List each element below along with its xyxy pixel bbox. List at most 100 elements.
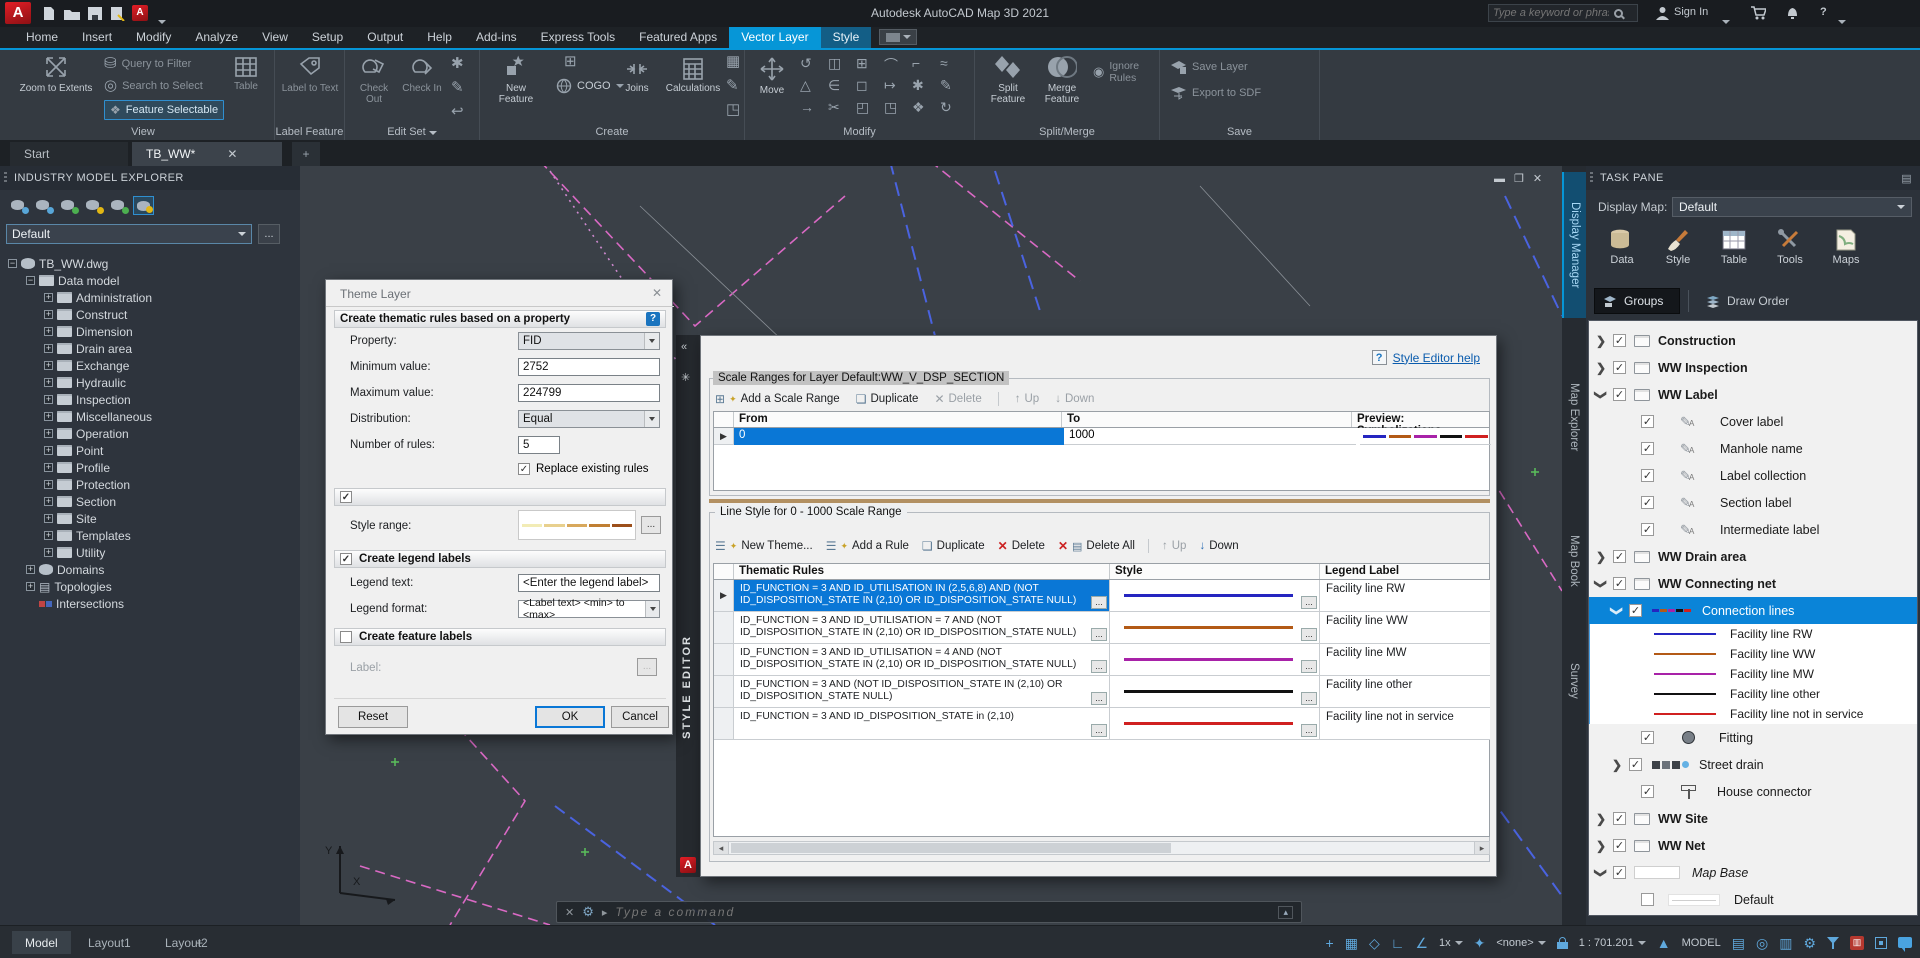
style-browse-button[interactable]: ... [1301,628,1317,641]
close-icon[interactable]: ✕ [1533,173,1551,185]
panel-label-create[interactable]: Create [480,126,744,138]
modify-tool-icon[interactable]: ✂ [828,99,840,116]
style-range-browse-button[interactable]: ... [641,516,661,534]
ribbon-tab-analyze[interactable]: Analyze [183,27,250,48]
layer-checkbox[interactable]: ✓ [1629,604,1642,617]
tree-item-operation[interactable]: +Operation [44,425,129,442]
rule-style-cell[interactable]: ... [1110,612,1320,644]
layer-checkbox[interactable]: ✓ [1641,785,1654,798]
panel-label-split-merge[interactable]: Split/Merge [975,126,1159,138]
style-browse-button[interactable]: ... [1301,724,1317,737]
layer-checkbox[interactable]: ✓ [1613,334,1626,347]
grid-display-icon[interactable]: ▦ [1345,936,1358,950]
column-thematic-rules[interactable]: Thematic Rules [734,564,1110,579]
maximum-value-field[interactable]: 224799 [518,384,660,402]
side-tab-map-book[interactable]: Map Book [1562,516,1586,606]
rule-down-button[interactable]: ↓Down [1199,540,1238,552]
horizontal-scrollbar[interactable]: ◂ ▸ [713,841,1490,855]
layer-house-connector[interactable]: ✓House connector [1589,778,1918,805]
command-input[interactable] [615,905,1175,919]
modify-tool-icon[interactable]: → [800,99,814,115]
style-range-checkbox[interactable]: ✓ [340,491,352,503]
layer-street-drain[interactable]: ❯✓Street drain [1589,751,1918,778]
model-space-toggle[interactable]: MODEL [1682,937,1721,949]
ribbon-tab-add-ins[interactable]: Add-ins [464,27,529,48]
modify-tool-icon[interactable]: ◳ [884,99,897,116]
expand-icon[interactable]: + [26,582,35,591]
ribbon-tab-home[interactable]: Home [14,27,70,48]
model-dropdown[interactable]: Default [6,224,252,244]
group-construction[interactable]: ❯✓Construction [1589,327,1918,354]
rule-up-button[interactable]: ↑Up [1162,540,1186,552]
merge-feature-button[interactable]: Merge Feature [1037,54,1087,105]
ribbon-tab-output[interactable]: Output [355,27,415,48]
layout-tab-layout1[interactable]: Layout1 [75,931,144,954]
ribbon-tab-style[interactable]: Style [821,27,872,48]
expand-chevron-icon[interactable]: ❯ [1595,334,1607,348]
msd-app-icon[interactable]: A [132,5,148,21]
scroll-left-icon[interactable]: ◂ [714,842,729,854]
group-ww-label[interactable]: ❯✓WW Label [1589,381,1918,408]
rule-legend-cell[interactable]: Facility line RW [1320,580,1490,612]
isodraft-icon[interactable]: ✦ [1474,936,1486,950]
tree-item-topologies[interactable]: +▤Topologies [26,578,112,595]
task-pane-button-table[interactable]: Table [1708,226,1760,280]
ribbon-tab-help[interactable]: Help [415,27,464,48]
ok-button[interactable]: OK [535,706,605,728]
task-pane-properties-icon[interactable]: ▤ [1901,172,1912,185]
task-pane-button-tools[interactable]: Tools [1764,226,1816,280]
rule-style-cell[interactable]: ... [1110,708,1320,740]
command-line-dock[interactable]: ✕ ⚙ ▸ ▴ [556,901,1302,923]
user-icon[interactable] [1656,6,1669,20]
cancel-button[interactable]: Cancel [611,706,669,728]
expand-chevron-icon[interactable]: ❯ [1595,812,1607,826]
rule-browse-button[interactable]: ... [1091,628,1107,641]
help-search-field[interactable] [1488,4,1638,22]
sign-in-button[interactable]: Sign In [1674,6,1708,18]
style-editor-help[interactable]: ? Style Editor help [1372,350,1480,365]
help-icon[interactable]: ? [1820,6,1827,18]
collapse-chevron-icon[interactable]: ❯ [1594,867,1608,879]
split-feature-button[interactable]: Split Feature [983,54,1033,105]
draw-order-button[interactable]: Draw Order [1698,288,1797,314]
group-ww-site[interactable]: ❯✓WW Site [1589,805,1918,832]
layer-intermediate-label[interactable]: ✓✎ AIntermediate label [1589,516,1918,543]
minimum-value-field[interactable]: 2752 [518,358,660,376]
rule-legend-cell[interactable]: Facility line MW [1320,644,1490,676]
new-drawing-tab-button[interactable]: + [292,142,320,166]
side-tab-map-explorer[interactable]: Map Explorer [1562,356,1586,478]
column-to[interactable]: To [1062,412,1352,427]
lock-ui-icon[interactable] [1557,937,1568,949]
query-to-filter-button[interactable]: ⛁Query to Filter [104,56,191,72]
layer-checkbox[interactable]: ✓ [1613,577,1626,590]
column-style[interactable]: Style [1110,564,1320,579]
app-store-cart-icon[interactable] [1750,6,1766,20]
group-ww-connecting-net[interactable]: ❯✓WW Connecting net [1589,570,1918,597]
ribbon-tab-view[interactable]: View [250,27,300,48]
tree-item-templates[interactable]: +Templates [44,527,131,544]
style-browse-button[interactable]: ... [1301,596,1317,609]
command-close-icon[interactable]: ✕ [565,906,574,919]
expand-icon[interactable]: + [44,463,53,472]
tree-item-exchange[interactable]: +Exchange [44,357,129,374]
application-menu-button[interactable]: A [5,2,31,24]
rule-browse-button[interactable]: ... [1091,724,1107,737]
style-browse-button[interactable]: ... [1301,692,1317,705]
selection-filter[interactable]: <none> [1496,937,1545,949]
viewport-scale[interactable]: 1 : 701.201 [1579,937,1646,949]
modify-tool-icon[interactable]: ↻ [940,99,952,116]
rule-legend-cell[interactable]: Facility line other [1320,676,1490,708]
layer-checkbox[interactable]: ✓ [1629,758,1642,771]
expand-icon[interactable]: + [44,480,53,489]
create-legend-labels-checkbox[interactable]: ✓ [340,553,352,565]
create-centroids-icon[interactable]: ⊞ [564,54,577,70]
scale-to-cell[interactable]: 1000 [1064,428,1356,445]
open-file-icon[interactable] [64,7,80,20]
task-pane-button-style[interactable]: Style [1652,226,1704,280]
delete-rule-button[interactable]: ✕Delete [998,539,1045,553]
table-button[interactable]: Table [222,56,270,92]
expand-icon[interactable]: + [44,395,53,404]
collapse-chevron-icon[interactable]: ❯ [1610,605,1624,617]
rule-expression-cell[interactable]: ID_FUNCTION = 3 AND (NOT ID_DISPOSITION_… [734,676,1110,708]
task-pane-button-data[interactable]: Data [1596,226,1648,280]
